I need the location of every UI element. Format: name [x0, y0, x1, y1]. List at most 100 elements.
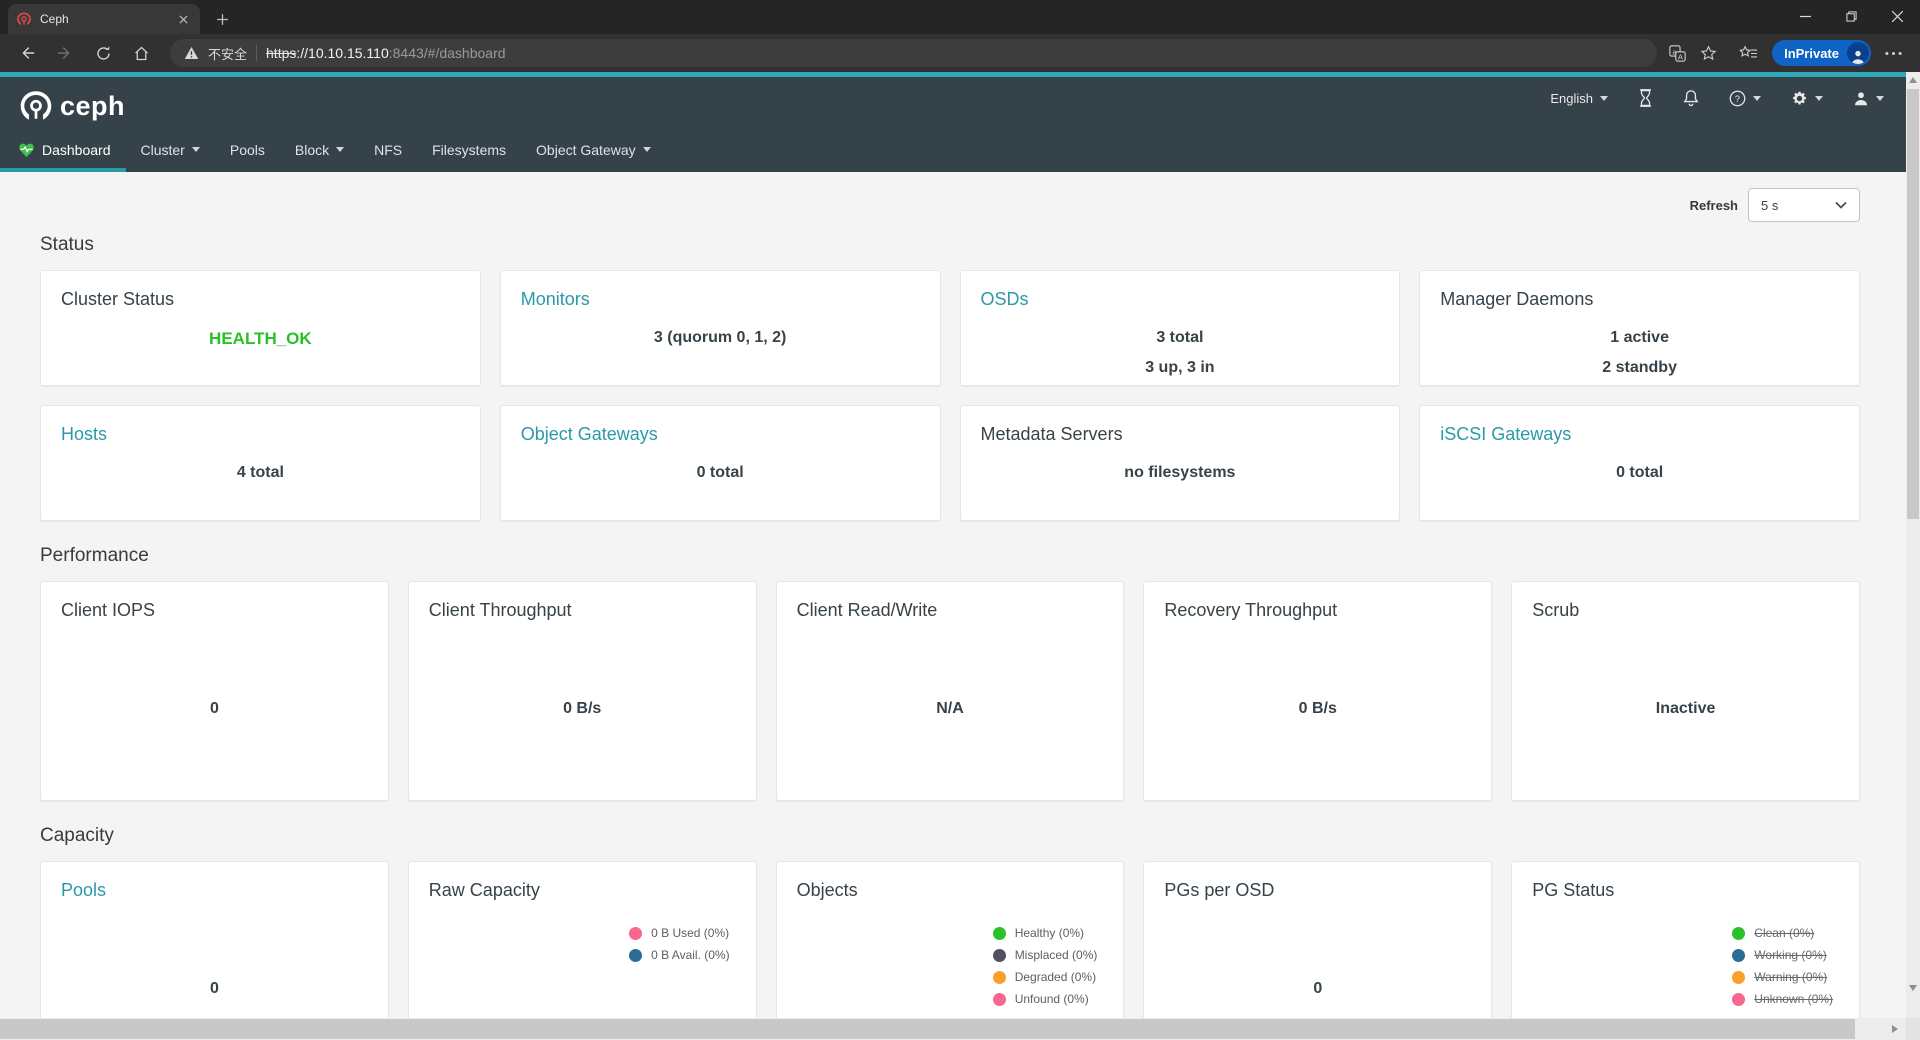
home-icon[interactable] — [124, 38, 158, 68]
inprivate-badge[interactable]: InPrivate — [1772, 40, 1871, 66]
legend-item[interactable]: Warning (0%) — [1732, 966, 1833, 988]
ceph-brand[interactable]: ceph — [18, 88, 125, 124]
browser-tab[interactable]: Ceph — [8, 4, 200, 34]
translate-icon[interactable]: aA — [1669, 45, 1686, 62]
nav-item-block[interactable]: Block — [280, 127, 359, 172]
scroll-right-icon[interactable] — [1886, 1018, 1904, 1040]
ceph-favicon-icon — [16, 11, 32, 27]
card-value: N/A — [777, 700, 1124, 718]
legend-item[interactable]: Degraded (0%) — [993, 966, 1098, 988]
pools-link[interactable]: Pools — [61, 880, 368, 901]
card-client-read-write: Client Read/Write N/A — [776, 581, 1125, 801]
card-pools: Pools 0 — [40, 861, 389, 1018]
back-icon[interactable] — [10, 38, 44, 68]
hosts-link[interactable]: Hosts — [61, 424, 460, 445]
cluster-health-value: HEALTH_OK — [61, 323, 460, 354]
card-value: Inactive — [1512, 700, 1859, 718]
vertical-scroll-thumb[interactable] — [1907, 89, 1919, 519]
help-dropdown[interactable]: ? — [1729, 90, 1761, 107]
legend-item[interactable]: Unknown (0%) — [1732, 988, 1833, 1010]
nav-label: NFS — [374, 142, 402, 158]
scroll-up-icon[interactable] — [1906, 72, 1920, 88]
url-text[interactable]: https://10.10.15.110:8443/#/dashboard — [266, 45, 506, 61]
address-toolbar: 不安全 https://10.10.15.110:8443/#/dashboar… — [0, 34, 1920, 72]
menu-ellipsis-icon[interactable] — [1885, 51, 1902, 56]
settings-dropdown[interactable] — [1791, 90, 1823, 107]
nav-item-object-gateway[interactable]: Object Gateway — [521, 127, 666, 172]
card-raw-capacity: Raw Capacity 0 B Used (0%) 0 B Avail. (0… — [408, 861, 757, 1018]
new-tab-icon[interactable] — [210, 8, 234, 30]
card-cluster-status: Cluster Status HEALTH_OK — [40, 270, 481, 386]
legend-dot — [1732, 927, 1745, 940]
tab-close-icon[interactable] — [174, 10, 192, 28]
legend-item[interactable]: Unfound (0%) — [993, 988, 1098, 1010]
card-metadata-servers: Metadata Servers no filesystems — [960, 405, 1401, 521]
legend-item[interactable]: Misplaced (0%) — [993, 944, 1098, 966]
refresh-select[interactable]: 5 s — [1748, 188, 1860, 222]
scroll-down-icon[interactable] — [1906, 980, 1920, 996]
nav-item-pools[interactable]: Pools — [215, 127, 280, 172]
profile-avatar-icon[interactable] — [1847, 42, 1869, 64]
favorites-bar-icon[interactable] — [1739, 45, 1758, 62]
card-iscsi-gateways: iSCSI Gateways 0 total — [1419, 405, 1860, 521]
chevron-down-icon — [192, 147, 200, 152]
iscsi-gateways-link[interactable]: iSCSI Gateways — [1440, 424, 1839, 445]
user-dropdown[interactable] — [1853, 90, 1884, 106]
url-divider — [256, 45, 257, 61]
nav-item-nfs[interactable]: NFS — [359, 127, 417, 172]
notifications-bell-icon[interactable] — [1683, 89, 1699, 107]
card-title: Raw Capacity — [429, 880, 736, 901]
nav-item-filesystems[interactable]: Filesystems — [417, 127, 521, 172]
horizontal-scrollbar[interactable] — [0, 1018, 1906, 1040]
legend-item[interactable]: 0 B Avail. (0%) — [629, 944, 729, 966]
browser-window: Ceph 不安全 — [0, 0, 1920, 1040]
legend-dot — [1732, 971, 1745, 984]
inprivate-label: InPrivate — [1784, 46, 1839, 61]
restore-icon[interactable] — [1828, 0, 1874, 32]
card-title: Recovery Throughput — [1164, 600, 1471, 621]
pg-status-legend: Clean (0%) Working (0%) Warning (0%) Unk… — [1732, 922, 1833, 1010]
language-dropdown[interactable]: English — [1550, 91, 1608, 106]
vertical-scrollbar[interactable] — [1906, 72, 1920, 1018]
security-label[interactable]: 不安全 — [208, 44, 247, 63]
url-field[interactable]: 不安全 https://10.10.15.110:8443/#/dashboar… — [170, 39, 1657, 67]
monitors-link[interactable]: Monitors — [521, 289, 920, 310]
card-hosts: Hosts 4 total — [40, 405, 481, 521]
refresh-value: 5 s — [1761, 198, 1778, 213]
reload-icon[interactable] — [86, 38, 120, 68]
card-title: Metadata Servers — [981, 424, 1380, 445]
card-client-throughput: Client Throughput 0 B/s — [408, 581, 757, 801]
minimize-icon[interactable] — [1782, 0, 1828, 32]
legend-dot — [629, 949, 642, 962]
header-controls: English ? — [1550, 89, 1884, 107]
legend-dot — [1732, 949, 1745, 962]
warning-icon[interactable] — [184, 46, 199, 60]
add-favorite-star-icon[interactable] — [1700, 45, 1717, 62]
legend-item[interactable]: Healthy (0%) — [993, 922, 1098, 944]
legend-item[interactable]: Clean (0%) — [1732, 922, 1833, 944]
svg-text:?: ? — [1735, 93, 1740, 103]
card-pgs-per-osd: PGs per OSD 0 — [1143, 861, 1492, 1018]
osds-link[interactable]: OSDs — [981, 289, 1380, 310]
nav-item-cluster[interactable]: Cluster — [126, 127, 215, 172]
legend-item[interactable]: Working (0%) — [1732, 944, 1833, 966]
chevron-down-icon — [1600, 96, 1608, 101]
object-gateways-link[interactable]: Object Gateways — [521, 424, 920, 445]
close-window-icon[interactable] — [1874, 0, 1920, 32]
raw-capacity-legend: 0 B Used (0%) 0 B Avail. (0%) — [629, 922, 729, 966]
card-value: 0 B/s — [409, 700, 756, 718]
legend-item[interactable]: 0 B Used (0%) — [629, 922, 729, 944]
legend-dot — [993, 949, 1006, 962]
objects-legend: Healthy (0%) Misplaced (0%) Degraded (0%… — [993, 922, 1098, 1010]
horizontal-scroll-thumb[interactable] — [0, 1019, 1855, 1039]
card-title: PGs per OSD — [1164, 880, 1471, 901]
card-title: Scrub — [1532, 600, 1839, 621]
task-hourglass-icon[interactable] — [1638, 89, 1653, 107]
forward-icon[interactable] — [48, 38, 82, 68]
card-object-gateways: Object Gateways 0 total — [500, 405, 941, 521]
card-monitors: Monitors 3 (quorum 0, 1, 2) — [500, 270, 941, 386]
toolbar-right-icons: aA InPrivate — [1669, 40, 1910, 66]
nav-label: Filesystems — [432, 142, 506, 158]
card-title: Manager Daemons — [1440, 289, 1839, 310]
nav-item-dashboard[interactable]: Dashboard — [0, 127, 126, 172]
